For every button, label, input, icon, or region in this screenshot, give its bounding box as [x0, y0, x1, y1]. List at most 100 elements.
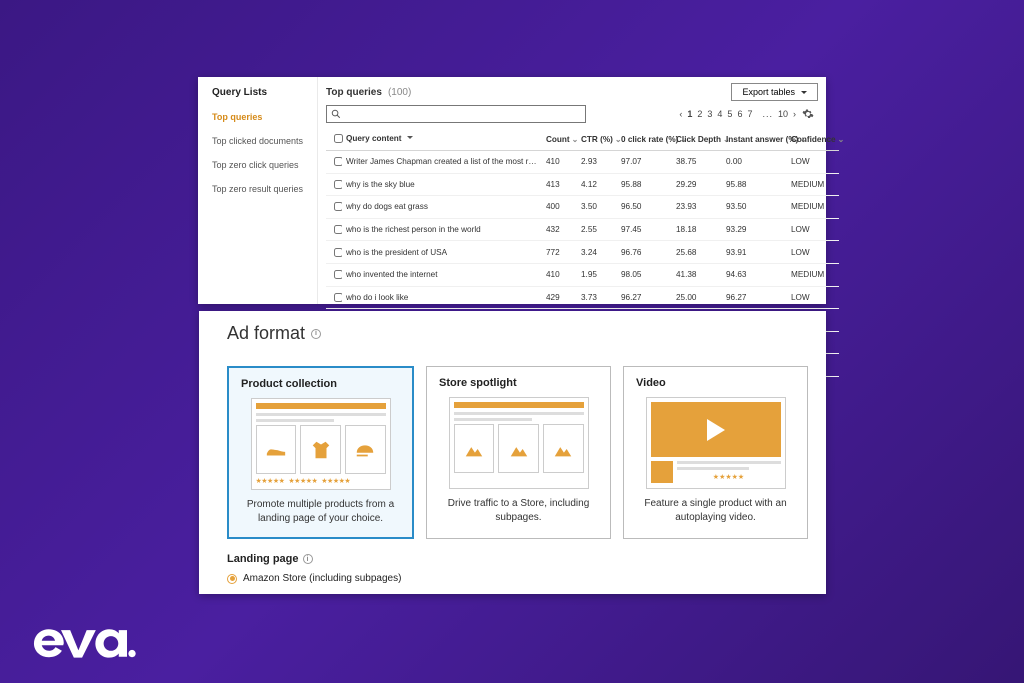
cell-zcr: 97.07	[617, 151, 672, 174]
cell-zcr: 96.50	[617, 196, 672, 219]
row-checkbox[interactable]	[334, 180, 342, 189]
page-6[interactable]: 6	[737, 109, 742, 119]
card-title: Video	[636, 377, 666, 389]
table-row[interactable]: why do dogs eat grass4003.5096.5023.9393…	[326, 196, 839, 219]
page-prev[interactable]: ‹	[679, 109, 682, 119]
page-2[interactable]: 2	[697, 109, 702, 119]
cell-ctr: 1.95	[577, 263, 617, 286]
ad-format-card-spotlight[interactable]: Store spotlight ★ Drive traffic to a Store…	[426, 366, 611, 539]
export-tables-button[interactable]: Export tables	[731, 83, 818, 101]
search-icon	[331, 109, 341, 119]
ad-format-title: Ad format i	[227, 323, 808, 344]
sidebar-item-0[interactable]: Top queries	[212, 112, 317, 122]
ad-format-card-collection[interactable]: Product collection★★★★★★★★★★★★★★★Promote…	[227, 366, 414, 539]
col-header[interactable]: 0 click rate (%)⌄	[617, 127, 672, 151]
page-last[interactable]: 10	[778, 109, 788, 119]
cell-count: 772	[542, 241, 577, 264]
sort-icon	[404, 134, 413, 143]
page-3[interactable]: 3	[707, 109, 712, 119]
col-header[interactable]: CTR (%)⌄	[577, 127, 617, 151]
query-header: Top queries (100) Export tables	[326, 83, 818, 101]
info-icon[interactable]: i	[303, 554, 313, 564]
page-1[interactable]: 1	[687, 109, 692, 119]
page-ellipsis: ...	[762, 109, 773, 119]
row-checkbox[interactable]	[334, 202, 342, 211]
cell-query: why is the sky blue	[342, 173, 542, 196]
cell-ia: 93.50	[722, 196, 787, 219]
table-row[interactable]: Writer James Chapman created a list of t…	[326, 151, 839, 174]
page-7[interactable]: 7	[747, 109, 752, 119]
cell-conf: MEDIUM	[787, 173, 839, 196]
page-title: Top queries	[326, 87, 382, 98]
sidebar-item-3[interactable]: Top zero result queries	[212, 184, 317, 194]
sort-icon: ⌄	[572, 135, 579, 144]
table-row[interactable]: why is the sky blue4134.1295.8829.2995.8…	[326, 173, 839, 196]
cell-conf: LOW	[787, 218, 839, 241]
col-header[interactable]: Count⌄	[542, 127, 577, 151]
cell-query: why do dogs eat grass	[342, 196, 542, 219]
sort-icon: ⌄	[838, 135, 845, 144]
sidebar-item-2[interactable]: Top zero click queries	[212, 160, 317, 170]
row-checkbox[interactable]	[334, 225, 342, 234]
card-title: Store spotlight	[439, 377, 517, 389]
row-checkbox[interactable]	[334, 157, 342, 166]
select-all-checkbox[interactable]	[334, 134, 343, 143]
cell-cd: 18.18	[672, 218, 722, 241]
ad-format-cards: Product collection★★★★★★★★★★★★★★★Promote…	[227, 366, 808, 539]
cell-count: 429	[542, 286, 577, 309]
cell-ia: 94.63	[722, 263, 787, 286]
col-header[interactable]: Click Depth⌄	[672, 127, 722, 151]
card-desc: Drive traffic to a Store, including subp…	[439, 497, 598, 524]
row-checkbox[interactable]	[334, 293, 342, 302]
col-header[interactable]: Confidence⌄	[787, 127, 839, 151]
gear-icon[interactable]	[802, 108, 814, 123]
table-row[interactable]: who do i look like4293.7396.2725.0096.27…	[326, 286, 839, 309]
cell-count: 410	[542, 263, 577, 286]
ad-format-panel: Ad format i Product collection★★★★★★★★★★…	[199, 311, 826, 594]
cell-conf: MEDIUM	[787, 263, 839, 286]
cell-cd: 38.75	[672, 151, 722, 174]
cell-conf: MEDIUM	[787, 196, 839, 219]
cell-ia: 93.91	[722, 241, 787, 264]
cell-ctr: 2.55	[577, 218, 617, 241]
cell-ia: 0.00	[722, 151, 787, 174]
landing-page-title: Landing page i	[227, 553, 808, 565]
table-row[interactable]: who invented the internet4101.9598.0541.…	[326, 263, 839, 286]
card-desc: Promote multiple products from a landing…	[241, 498, 400, 525]
sidebar: Query Lists Top queries Top clicked docum…	[198, 77, 318, 304]
page-4[interactable]: 4	[717, 109, 722, 119]
table-row[interactable]: who is the richest person in the world43…	[326, 218, 839, 241]
chevron-down-icon	[801, 91, 807, 97]
info-icon[interactable]: i	[311, 329, 321, 339]
col-header[interactable]: Query content	[342, 127, 542, 151]
page-5[interactable]: 5	[727, 109, 732, 119]
card-thumb: ★★★★★	[646, 397, 786, 489]
cell-conf: LOW	[787, 241, 839, 264]
cell-zcr: 98.05	[617, 263, 672, 286]
card-thumb: ★	[449, 397, 589, 489]
cell-count: 400	[542, 196, 577, 219]
row-checkbox[interactable]	[334, 270, 342, 279]
cell-ia: 95.88	[722, 173, 787, 196]
pagination: ‹ 1234567 ... 10 ›	[679, 109, 796, 119]
cell-ctr: 3.73	[577, 286, 617, 309]
cell-ia: 93.29	[722, 218, 787, 241]
cell-count: 413	[542, 173, 577, 196]
page-next[interactable]: ›	[793, 109, 796, 119]
cell-zcr: 96.27	[617, 286, 672, 309]
col-header[interactable]: Instant answer (%)⌄	[722, 127, 787, 151]
card-thumb: ★★★★★★★★★★★★★★★	[251, 398, 391, 490]
result-count: (100)	[388, 87, 411, 98]
cell-zcr: 95.88	[617, 173, 672, 196]
cell-query: who invented the internet	[342, 263, 542, 286]
cell-query: who is the richest person in the world	[342, 218, 542, 241]
search-input[interactable]	[326, 105, 586, 123]
ad-format-card-video[interactable]: Video★★★★★Feature a single product with …	[623, 366, 808, 539]
landing-page-option[interactable]: Amazon Store (including subpages)	[227, 573, 808, 584]
cell-count: 432	[542, 218, 577, 241]
table-row[interactable]: who is the president of USA7723.2496.762…	[326, 241, 839, 264]
row-checkbox[interactable]	[334, 248, 342, 257]
cell-ctr: 4.12	[577, 173, 617, 196]
sidebar-title: Query Lists	[212, 87, 317, 98]
sidebar-item-1[interactable]: Top clicked documents	[212, 136, 317, 146]
